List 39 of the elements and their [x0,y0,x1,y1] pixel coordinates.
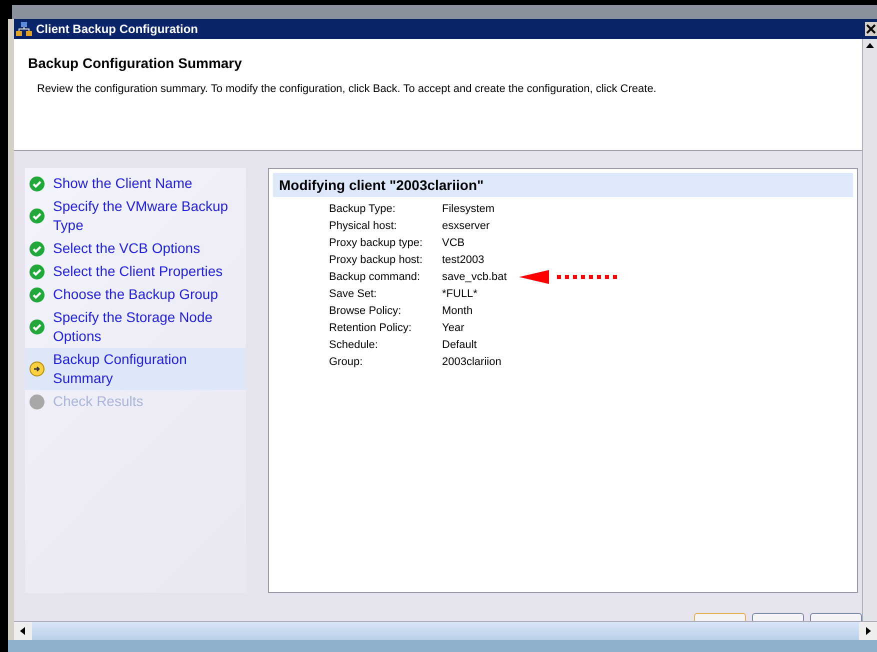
field-label: Save Set: [329,288,378,300]
wizard-step[interactable]: Select the VCB Options [25,237,246,260]
scroll-right-icon[interactable] [863,626,873,636]
wizard-step[interactable]: Show the Client Name [25,172,246,195]
field-value: Month [442,305,473,317]
vertical-scrollbar[interactable] [862,39,877,621]
field-value: save_vcb.bat [442,271,507,283]
field-label: Proxy backup host: [329,254,424,266]
field-value: Default [442,339,477,351]
field-label: Browse Policy: [329,305,402,317]
field-label: Group: [329,356,364,368]
close-icon [866,24,876,34]
window-title: Client Backup Configuration [36,22,199,36]
summary-title: Modifying client "2003clariion" [273,173,853,197]
wizard-step[interactable]: Choose the Backup Group [25,283,246,306]
field-label: Backup Type: [329,203,396,215]
field-value: VCB [442,237,465,249]
field-label: Proxy backup type: [329,237,424,249]
close-button[interactable] [865,22,877,36]
page-title: Backup Configuration Summary [28,55,243,71]
network-icon [16,21,32,37]
page-description: Review the configuration summary. To modify the configuration, click Back. To accept and create the configuration, click Create. [37,83,658,95]
field-value: esxserver [442,220,490,232]
wizard-step[interactable]: Select the Client Properties [25,260,246,283]
scroll-left-icon[interactable] [18,626,28,636]
field-value: *FULL* [442,288,478,300]
field-value: 2003clariion [442,356,502,368]
field-label: Retention Policy: [329,322,413,334]
scroll-up-icon[interactable] [865,41,875,51]
field-label: Backup command: [329,271,422,283]
field-value: test2003 [442,254,484,266]
wizard-step[interactable]: Backup Configuration Summary [25,348,246,390]
wizard-step[interactable]: Specify the Storage Node Options [25,306,246,348]
field-label: Schedule: [329,339,379,351]
field-value: Year [442,322,464,334]
field-value: Filesystem [442,203,495,215]
wizard-step[interactable]: Specify the VMware Backup Type [25,195,246,237]
field-label: Physical host: [329,220,398,232]
horizontal-scrollbar[interactable] [14,621,877,640]
